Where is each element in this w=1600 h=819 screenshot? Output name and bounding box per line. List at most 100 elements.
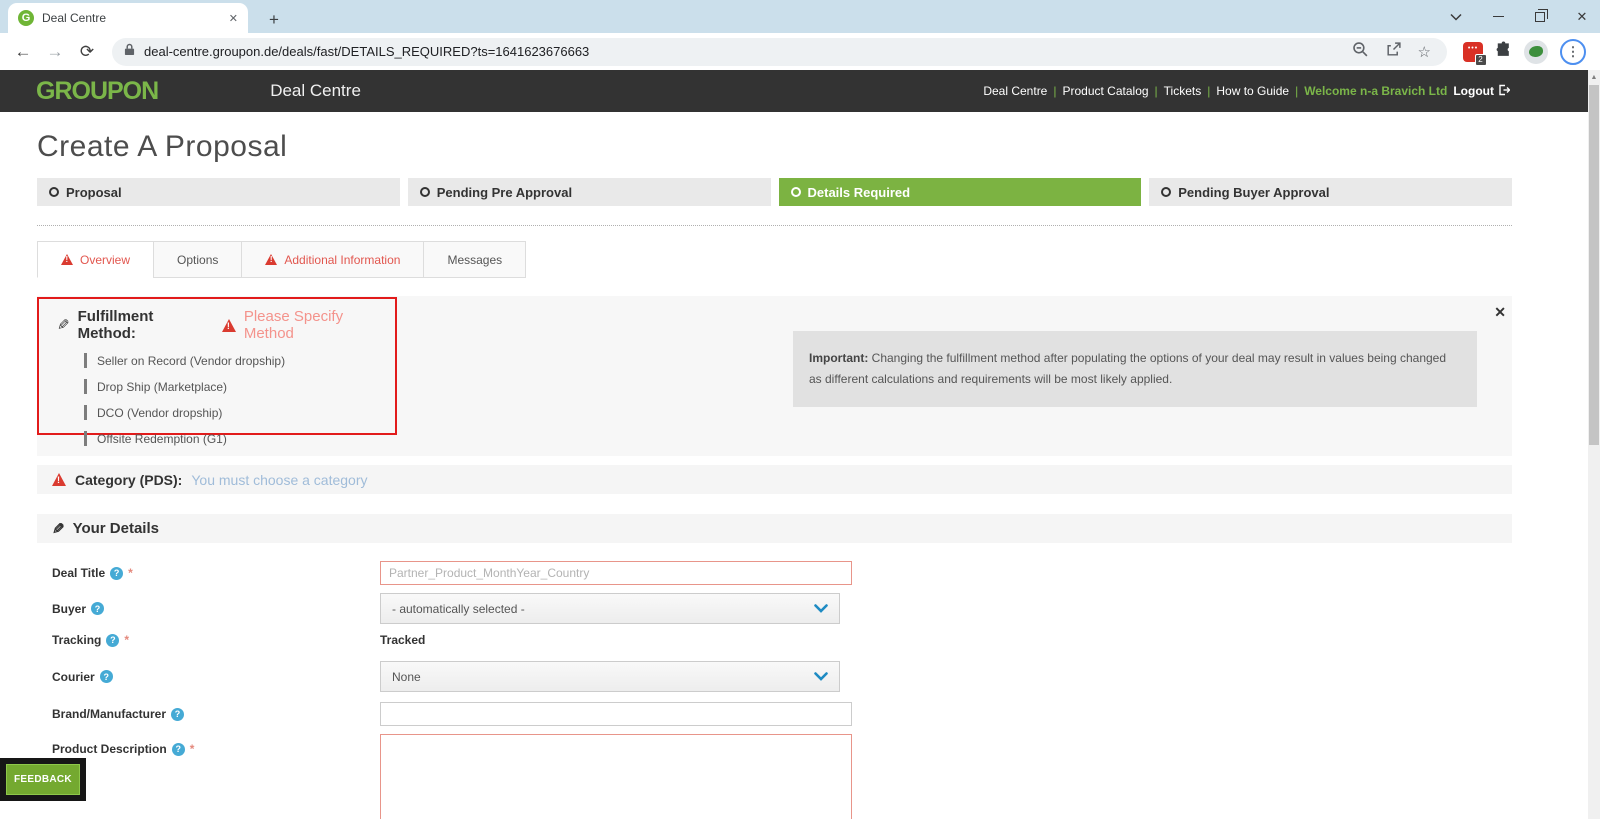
- brand-manufacturer-label: Brand/Manufacturer ?: [37, 707, 380, 721]
- courier-select[interactable]: None: [380, 661, 840, 692]
- tab-messages[interactable]: Messages: [423, 241, 527, 278]
- extensions-puzzle-icon[interactable]: [1495, 41, 1512, 63]
- browser-tab-strip: G Deal Centre ✕ + ✕: [0, 0, 1600, 33]
- product-description-label: Product Description ? *: [52, 742, 195, 756]
- help-icon[interactable]: ?: [171, 742, 185, 756]
- important-note: Important: Changing the fulfillment meth…: [793, 331, 1477, 407]
- help-icon[interactable]: ?: [99, 670, 113, 683]
- option-offsite-redemption[interactable]: Offsite Redemption (G1): [84, 431, 395, 446]
- option-drop-ship[interactable]: Drop Ship (Marketplace): [84, 379, 395, 394]
- tracking-value: Tracked: [380, 633, 426, 647]
- chevron-down-icon: [814, 670, 828, 684]
- fulfillment-method-box: ✎ Fulfillment Method: Please Specify Met…: [37, 297, 397, 446]
- option-dco[interactable]: DCO (Vendor dropship): [84, 405, 395, 420]
- tab-title: Deal Centre: [42, 11, 107, 25]
- browser-menu-icon[interactable]: ⋮: [1560, 38, 1586, 65]
- close-window-button[interactable]: ✕: [1574, 9, 1590, 25]
- logout-link[interactable]: Logout: [1453, 84, 1511, 99]
- page-scrollbar[interactable]: ▲: [1588, 70, 1600, 819]
- brand-manufacturer-input[interactable]: [380, 702, 852, 726]
- tab-close-icon[interactable]: ✕: [229, 12, 238, 25]
- browser-toolbar: ← → ⟳ deal-centre.groupon.de/deals/fast/…: [0, 33, 1600, 70]
- page-content: Create A Proposal Proposal Pending Pre A…: [37, 130, 1512, 819]
- nav-how-to-guide[interactable]: How to Guide: [1216, 84, 1289, 98]
- feedback-button[interactable]: FEEDBACK: [6, 764, 80, 795]
- step-details-required: Details Required: [778, 178, 1142, 206]
- app-title: Deal Centre: [270, 81, 361, 100]
- tab-search-chevron-icon[interactable]: [1448, 9, 1464, 25]
- bookmark-star-icon[interactable]: ☆: [1418, 43, 1431, 61]
- warning-icon: [221, 318, 236, 332]
- welcome-text: Welcome n-a Bravich Ltd: [1304, 84, 1448, 98]
- choose-category-link[interactable]: You must choose a category: [191, 472, 367, 488]
- deal-title-label: Deal Title ? *: [52, 566, 133, 580]
- pencil-icon: ✎: [52, 520, 65, 538]
- fulfillment-error: Please Specify Method: [243, 308, 344, 342]
- warning-icon: [265, 254, 278, 265]
- extension-badge: 2: [1475, 53, 1487, 66]
- category-title: Category (PDS):: [75, 471, 183, 488]
- chevron-down-icon: [814, 602, 828, 616]
- address-bar[interactable]: deal-centre.groupon.de/deals/fast/DETAIL…: [112, 37, 1447, 66]
- header-nav: Deal Centre | Product Catalog | Tickets …: [983, 84, 1511, 99]
- scrollbar-thumb[interactable]: [1589, 85, 1599, 445]
- step-circle-icon: [790, 187, 801, 197]
- required-marker: *: [189, 742, 195, 756]
- step-pending-pre-approval: Pending Pre Approval: [407, 178, 771, 206]
- fulfillment-title: Fulfillment Method:: [77, 308, 154, 342]
- help-icon[interactable]: ?: [171, 707, 185, 721]
- minimize-button[interactable]: [1490, 9, 1506, 25]
- back-button[interactable]: ←: [10, 39, 36, 65]
- nav-tickets[interactable]: Tickets: [1164, 84, 1202, 98]
- help-icon[interactable]: ?: [106, 633, 120, 647]
- progress-steps: Proposal Pending Pre Approval Details Re…: [37, 178, 1512, 206]
- fulfillment-section: ✕ ✎ Fulfillment Method: Please Specify M…: [37, 296, 1512, 456]
- logout-icon: [1498, 84, 1511, 99]
- category-row: Category (PDS): You must choose a catego…: [37, 465, 1512, 494]
- page-title: Create A Proposal: [37, 130, 288, 163]
- groupon-header: GROUPON Deal Centre Deal Centre | Produc…: [0, 70, 1588, 112]
- help-icon[interactable]: ?: [110, 566, 124, 580]
- tracking-label: Tracking ? *: [52, 633, 130, 647]
- share-icon[interactable]: [1385, 41, 1402, 63]
- required-marker: *: [128, 566, 133, 580]
- nav-product-catalog[interactable]: Product Catalog: [1062, 84, 1148, 98]
- dismiss-section-icon[interactable]: ✕: [1494, 304, 1506, 321]
- profile-avatar[interactable]: [1524, 39, 1548, 64]
- lock-icon: [124, 43, 135, 61]
- url-text[interactable]: deal-centre.groupon.de/deals/fast/DETAIL…: [144, 44, 1343, 59]
- new-tab-button[interactable]: +: [262, 8, 286, 32]
- warning-icon: [61, 254, 73, 265]
- tab-overview[interactable]: Overview: [37, 241, 155, 278]
- password-extension-icon[interactable]: ••• 2: [1463, 41, 1487, 66]
- your-details-header: ✎ Your Details: [37, 514, 1512, 543]
- forward-button[interactable]: →: [42, 39, 68, 65]
- option-bar-icon: [84, 405, 87, 420]
- step-proposal: Proposal: [37, 178, 400, 206]
- buyer-select[interactable]: - automatically selected -: [380, 593, 840, 624]
- groupon-logo[interactable]: GROUPON: [36, 77, 159, 106]
- required-marker: *: [124, 633, 130, 647]
- dotted-divider: [37, 225, 1512, 226]
- tab-options[interactable]: Options: [153, 241, 243, 278]
- help-icon[interactable]: ?: [91, 602, 105, 615]
- step-pending-buyer-approval: Pending Buyer Approval: [1149, 178, 1512, 206]
- reload-button[interactable]: ⟳: [74, 39, 100, 65]
- step-circle-icon: [49, 187, 59, 197]
- step-circle-icon: [1161, 187, 1172, 197]
- product-description-textarea[interactable]: [380, 734, 852, 819]
- restore-window-button[interactable]: [1532, 8, 1548, 25]
- zoom-out-icon[interactable]: [1352, 41, 1369, 63]
- step-circle-icon: [419, 187, 430, 197]
- tab-additional-information[interactable]: Additional Information: [241, 241, 425, 278]
- option-bar-icon: [84, 431, 87, 446]
- browser-tab[interactable]: G Deal Centre ✕: [8, 3, 248, 33]
- avatar-image: [1529, 46, 1543, 57]
- scrollbar-up-arrow[interactable]: ▲: [1588, 70, 1600, 84]
- buyer-label: Buyer ?: [37, 602, 380, 616]
- deal-title-input[interactable]: [380, 561, 852, 585]
- option-seller-on-record[interactable]: Seller on Record (Vendor dropship): [84, 353, 395, 368]
- warning-icon: [52, 473, 66, 486]
- groupon-favicon-icon: G: [18, 10, 34, 26]
- nav-deal-centre[interactable]: Deal Centre: [983, 84, 1047, 98]
